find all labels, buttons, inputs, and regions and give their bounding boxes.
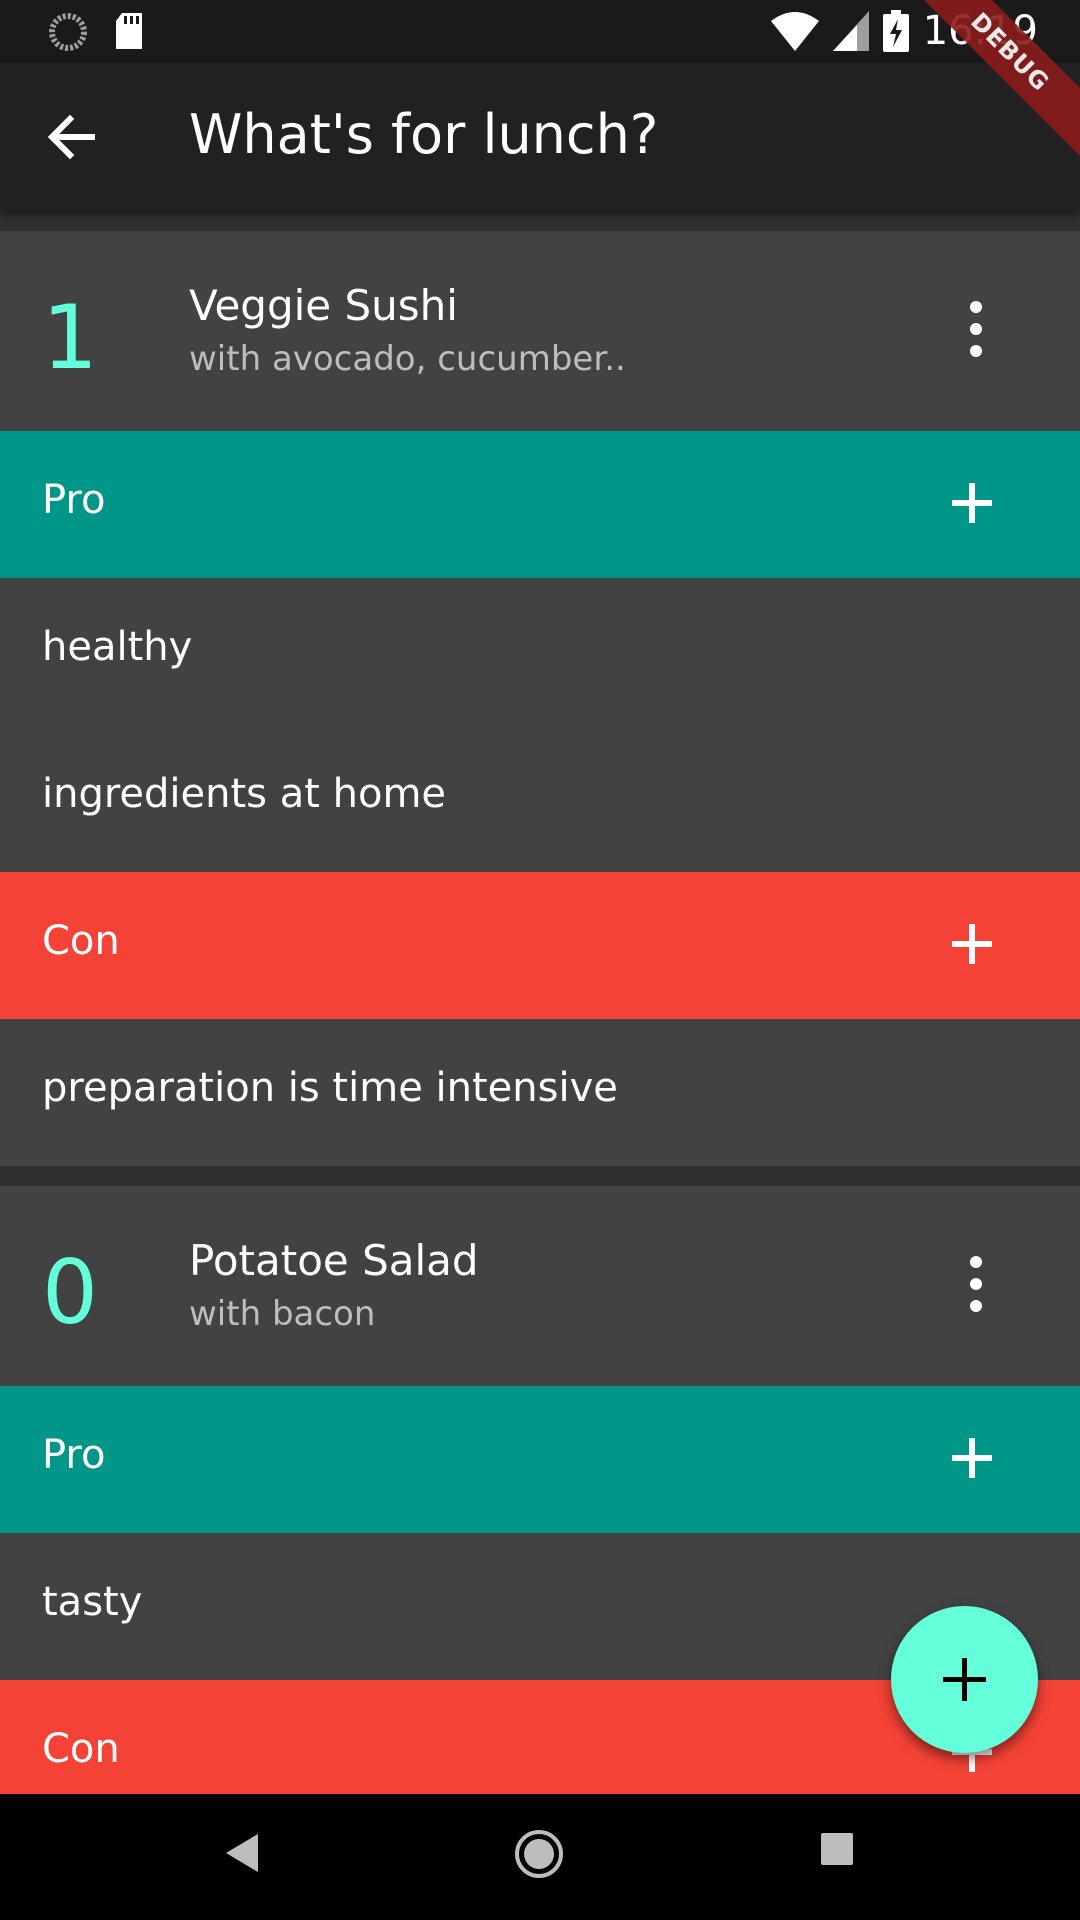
more-vert-icon[interactable]: [968, 301, 984, 361]
add-pro-button[interactable]: [948, 1434, 996, 1482]
option-card: 1 Veggie Sushi with avocado, cucumber.. …: [0, 231, 1080, 1166]
plus-icon: [952, 924, 992, 964]
wifi-icon: [770, 11, 819, 51]
status-bar: 16:19: [0, 0, 1080, 63]
plus-icon: [943, 1658, 986, 1701]
option-description: with bacon: [189, 1294, 376, 1334]
add-pro-button[interactable]: [948, 479, 996, 527]
arrow-back-icon: [47, 114, 95, 160]
con-section-header: Con: [0, 872, 1080, 1019]
plus-icon: [952, 483, 992, 523]
pro-section-header: Pro: [0, 1386, 1080, 1533]
pro-item-label: tasty: [42, 1579, 143, 1625]
pro-item-label: ingredients at home: [42, 771, 447, 817]
sd-card-icon: [114, 13, 144, 51]
add-con-button[interactable]: [948, 920, 996, 968]
battery-charging-icon: [882, 10, 909, 52]
cell-signal-icon: [832, 11, 869, 51]
nav-home-button[interactable]: [513, 1828, 565, 1884]
nav-back-button[interactable]: [222, 1830, 262, 1880]
card-header[interactable]: 0 Potatoe Salad with bacon: [0, 1186, 1080, 1386]
option-name: Veggie Sushi: [189, 281, 458, 330]
pro-label: Pro: [42, 1432, 106, 1478]
con-label: Con: [42, 918, 120, 964]
option-description: with avocado, cucumber..: [189, 339, 626, 379]
score: 0: [42, 1241, 98, 1344]
app-bar: What's for lunch?: [0, 63, 1080, 210]
pro-section-header: Pro: [0, 431, 1080, 578]
square-recents-icon: [821, 1833, 853, 1865]
circle-home-icon: [515, 1830, 563, 1878]
triangle-back-icon: [226, 1834, 258, 1872]
screen: 16:19 DEBUG What's for lunch? 1 Veggie S…: [0, 0, 1080, 1920]
con-item[interactable]: preparation is time intensive: [0, 1019, 1080, 1166]
nav-recents-button[interactable]: [820, 1832, 854, 1870]
con-label: Con: [42, 1726, 120, 1772]
option-name: Potatoe Salad: [189, 1236, 479, 1285]
system-nav-bar: [0, 1794, 1080, 1920]
pro-item[interactable]: ingredients at home: [0, 725, 1080, 872]
score: 1: [42, 286, 98, 389]
page-title: What's for lunch?: [189, 103, 659, 166]
add-option-fab[interactable]: [891, 1606, 1038, 1753]
more-vert-icon[interactable]: [968, 1256, 984, 1316]
sync-icon: [48, 12, 88, 52]
con-item-label: preparation is time intensive: [42, 1065, 618, 1111]
card-header[interactable]: 1 Veggie Sushi with avocado, cucumber..: [0, 231, 1080, 431]
pro-label: Pro: [42, 477, 106, 523]
pro-item-label: healthy: [42, 624, 193, 670]
plus-icon: [952, 1438, 992, 1478]
pro-item[interactable]: healthy: [0, 578, 1080, 725]
back-button[interactable]: [42, 107, 102, 167]
